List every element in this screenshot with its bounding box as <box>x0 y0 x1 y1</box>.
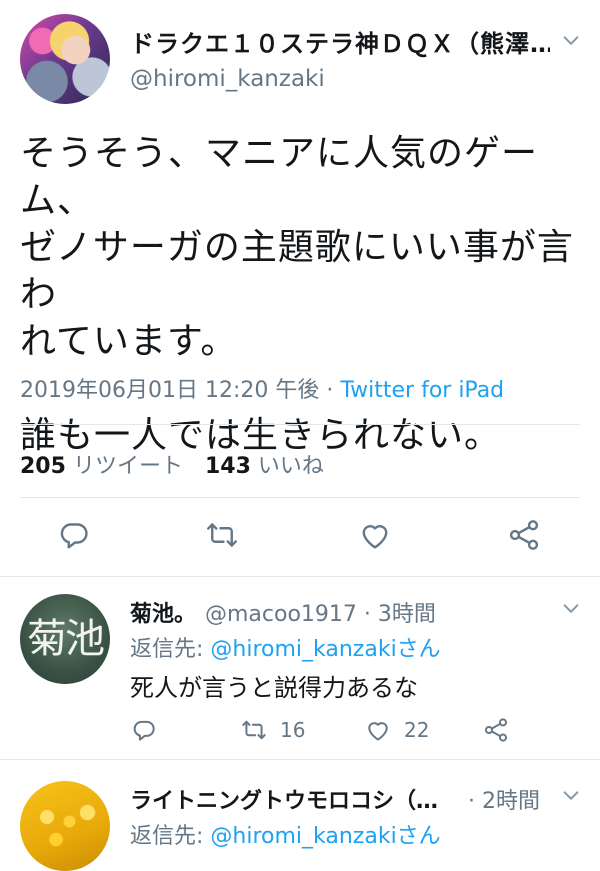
tweet-stats: 205 リツイート 143 いいね <box>20 448 324 480</box>
reply-retweet-count: 16 <box>280 717 306 742</box>
reply-display-name[interactable]: ライトニングトウモロコシ（… <box>130 783 438 815</box>
retweets-stat[interactable]: 205 リツイート <box>20 454 183 479</box>
reply-mention-link[interactable]: @hiromi_kanzakiさん <box>210 637 440 662</box>
share-icon <box>484 717 508 742</box>
share-icon[interactable] <box>506 517 542 553</box>
reply-handle-time[interactable]: @macoo1917 · 3時間 <box>205 596 436 628</box>
reply-to-line: 返信先: @hiromi_kanzakiさん <box>130 818 441 850</box>
retweets-label: リツイート <box>72 454 183 479</box>
reply-share-button[interactable] <box>482 713 510 743</box>
likes-label: いいね <box>257 454 324 479</box>
reply-to-prefix: 返信先: <box>130 824 211 849</box>
chevron-down-icon[interactable] <box>560 785 582 807</box>
tweet-source-link[interactable]: Twitter for iPad <box>340 378 504 403</box>
author-display-name[interactable]: ドラクエ１０ステラ神ＤＱＸ（熊澤… <box>130 24 550 59</box>
retweets-count: 205 <box>20 454 66 479</box>
reply-tweet[interactable]: 菊池 菊池。 @macoo1917 · 3時間 返信先: @hiromi_kan… <box>0 578 600 760</box>
reply-display-name[interactable]: 菊池。 <box>130 596 196 628</box>
reply-to-line: 返信先: @hiromi_kanzakiさん <box>130 631 441 663</box>
retweet-icon[interactable] <box>204 517 240 553</box>
reply-like-button[interactable]: 22 <box>364 713 429 743</box>
reply-icon <box>133 720 155 741</box>
chevron-down-icon[interactable] <box>560 598 582 620</box>
reply-like-count: 22 <box>404 717 430 742</box>
chevron-down-icon[interactable] <box>560 30 582 52</box>
tweet-text: そうそう、マニアに人気のゲーム、 ゼノサーガの主題歌にいい事が言わ れています。… <box>20 133 574 456</box>
like-icon <box>368 721 388 741</box>
retweet-icon <box>242 720 266 739</box>
divider <box>20 497 580 498</box>
likes-stat[interactable]: 143 いいね <box>205 454 324 479</box>
divider <box>20 424 580 425</box>
reply-reply-button[interactable] <box>130 713 158 743</box>
main-tweet: ドラクエ１０ステラ神ＤＱＸ（熊澤… @hiromi_kanzaki そうそう、マ… <box>0 0 600 577</box>
reply-tweet[interactable]: ライトニングトウモロコシ（… · 2時間 返信先: @hiromi_kanzak… <box>0 761 600 871</box>
reply-avatar[interactable] <box>20 781 110 871</box>
tweet-actions <box>0 515 600 559</box>
author-handle[interactable]: @hiromi_kanzaki <box>130 66 325 92</box>
reply-to-prefix: 返信先: <box>130 637 211 662</box>
tweet-timestamp[interactable]: 2019年06月01日 12:20 午後 · <box>20 378 340 403</box>
reply-avatar[interactable]: 菊池 <box>20 594 110 684</box>
reply-icon[interactable] <box>56 517 92 553</box>
author-avatar[interactable] <box>20 14 110 104</box>
likes-count: 143 <box>204 454 251 479</box>
reply-text: 死人が言うと説得力あるな <box>130 674 418 702</box>
like-icon[interactable] <box>357 517 393 553</box>
tweet-meta: 2019年06月01日 12:20 午後 · Twitter for iPad <box>20 372 504 404</box>
reply-mention-link[interactable]: @hiromi_kanzakiさん <box>210 824 440 849</box>
reply-retweet-button[interactable]: 16 <box>240 713 305 743</box>
reply-handle-time[interactable]: · 2時間 <box>468 783 540 815</box>
